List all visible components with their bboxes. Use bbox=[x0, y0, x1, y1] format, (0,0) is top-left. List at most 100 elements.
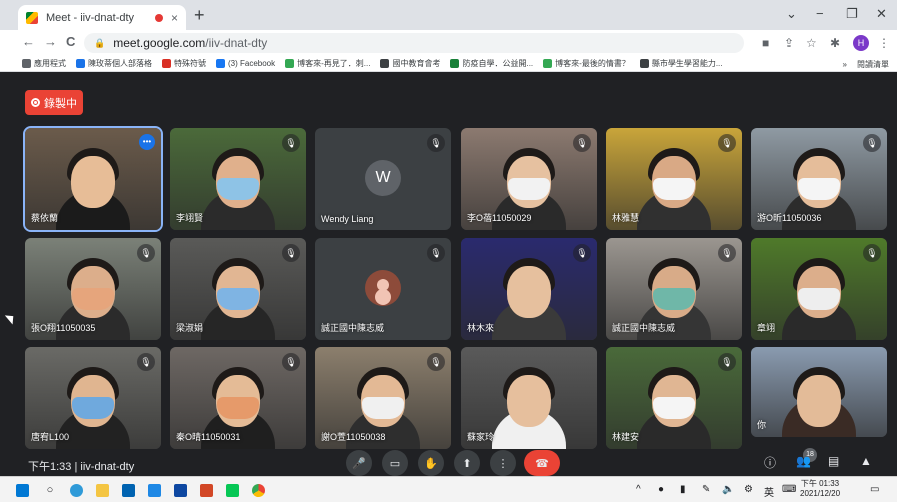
file-explorer-icon[interactable] bbox=[94, 482, 110, 498]
menu-dots-icon[interactable]: ⋮ bbox=[878, 36, 890, 50]
camera-icon[interactable]: ■ bbox=[762, 36, 769, 50]
tray-pen-icon[interactable]: ✎ bbox=[702, 484, 710, 495]
participant-tile[interactable]: 🎙 張O翔11050035 bbox=[25, 238, 161, 340]
participant-tile[interactable]: 🎙 謝O萱11050038 bbox=[315, 347, 451, 449]
minimize-button[interactable]: − bbox=[816, 6, 824, 21]
bookmark-item[interactable]: 博客來-再見了．刺... bbox=[285, 58, 370, 69]
activities-icon[interactable]: ▲ bbox=[860, 454, 872, 468]
bookmarks-overflow[interactable]: » 閱讀清單 bbox=[836, 59, 889, 70]
browser-tab-meet[interactable]: Meet - iiv-dnat-dty × bbox=[18, 5, 186, 30]
bookmark-item[interactable]: 防疫自學．公益開... bbox=[450, 58, 533, 69]
mic-off-icon: 🎙 bbox=[427, 353, 445, 371]
leave-call-button[interactable]: ☎ bbox=[524, 450, 560, 476]
participant-tile[interactable]: 蘇家玲 bbox=[461, 347, 597, 449]
person-icon bbox=[377, 279, 389, 291]
bookmark-label: 國中教育會考 bbox=[392, 59, 441, 68]
close-window-button[interactable]: ✕ bbox=[876, 6, 887, 22]
bookmark-icon bbox=[543, 59, 553, 68]
edge-icon[interactable] bbox=[68, 482, 84, 498]
reading-list-button[interactable]: 閱讀清單 bbox=[857, 60, 889, 69]
bookmarks-more-button[interactable]: » bbox=[843, 60, 847, 69]
more-options-button[interactable]: ⋮ bbox=[490, 450, 516, 476]
face-mask bbox=[217, 397, 259, 419]
bookmark-item[interactable]: 國中教育會考 bbox=[380, 58, 440, 69]
participant-tile[interactable]: 🎙 梁淑娟 bbox=[170, 238, 306, 340]
ime-indicator[interactable]: 英 bbox=[764, 484, 774, 499]
participant-tile[interactable]: 🎙 李翊賢 bbox=[170, 128, 306, 230]
bookmark-item[interactable]: 縣市學生學習能力... bbox=[639, 58, 723, 69]
bookmark-label: 防疫自學．公益開... bbox=[462, 59, 534, 68]
participant-name: 李翊賢 bbox=[176, 213, 204, 223]
participant-tile[interactable]: 🎙 秦O晴11050031 bbox=[170, 347, 306, 449]
bookmark-item[interactable]: 特殊符號 bbox=[162, 58, 206, 69]
participant-tile[interactable]: 🎙 誠正國中陳志威 bbox=[606, 238, 742, 340]
tile-options-icon[interactable]: ••• bbox=[139, 134, 155, 150]
line-icon[interactable] bbox=[224, 482, 240, 498]
start-button[interactable] bbox=[14, 482, 30, 498]
recording-badge[interactable]: 錄製中 bbox=[25, 90, 83, 115]
mic-button[interactable]: 🎤 bbox=[346, 450, 372, 476]
tray-app-icon[interactable]: ● bbox=[658, 484, 664, 495]
chrome-icon[interactable] bbox=[250, 482, 266, 498]
extensions-icon[interactable]: ✱ bbox=[830, 36, 840, 50]
share-icon[interactable]: ⇪ bbox=[784, 36, 794, 50]
back-button[interactable]: ← bbox=[22, 34, 35, 49]
network-icon[interactable]: ⚙ bbox=[744, 484, 753, 495]
participant-tile[interactable]: 你 bbox=[751, 347, 887, 437]
participant-tile[interactable]: 🎙 林建安 bbox=[606, 347, 742, 449]
participant-name: 林雅慧 bbox=[612, 213, 640, 223]
video-app-icon[interactable] bbox=[172, 482, 188, 498]
tab-strip: Meet - iiv-dnat-dty × + ⌄ − ❐ ✕ bbox=[0, 0, 897, 30]
meeting-info: 下午1:33 | iiv-dnat-dty bbox=[28, 461, 135, 473]
tray-chevron-icon[interactable]: ^ bbox=[636, 484, 641, 495]
clock-time: 下午 01:33 bbox=[800, 479, 840, 488]
bookmark-item[interactable]: 應用程式 bbox=[22, 58, 66, 69]
bookmark-label: 縣市學生學習能力... bbox=[651, 59, 723, 68]
tab-search-button[interactable]: ⌄ bbox=[786, 6, 797, 22]
present-button[interactable]: ⬆ bbox=[454, 450, 480, 476]
bookmark-item[interactable]: 陳玫蒂個人部落格 bbox=[76, 58, 152, 69]
participant-name: Wendy Liang bbox=[321, 214, 374, 224]
participant-tile[interactable]: 🎙 游O昕11050036 bbox=[751, 128, 887, 230]
bookmark-item[interactable]: (3) Facebook bbox=[216, 59, 275, 68]
notification-icon[interactable]: ▭ bbox=[870, 484, 879, 495]
bookmark-item[interactable]: 博客來-最後的情書？ bbox=[543, 58, 630, 69]
participant-avatar: W bbox=[365, 160, 401, 196]
tray-mic-icon[interactable]: ▮ bbox=[680, 484, 686, 495]
participant-tile[interactable]: 🎙 林雅慧 bbox=[606, 128, 742, 230]
reload-button[interactable]: C bbox=[66, 34, 75, 49]
meet-favicon-icon bbox=[26, 11, 38, 24]
tab-close-button[interactable]: × bbox=[171, 11, 178, 25]
volume-icon[interactable]: 🔈 bbox=[722, 484, 734, 495]
people-icon[interactable]: 👥 bbox=[796, 454, 811, 468]
profile-avatar[interactable]: H bbox=[853, 35, 869, 51]
participant-tile[interactable]: 🎙 誠正國中陳志威 bbox=[315, 238, 451, 340]
participant-tile[interactable]: 🎙 林木來 bbox=[461, 238, 597, 340]
participant-tile[interactable]: ••• 蔡依蘭 bbox=[23, 126, 163, 232]
participant-tile[interactable]: W 🎙 Wendy Liang bbox=[315, 128, 451, 230]
store-icon[interactable] bbox=[120, 482, 136, 498]
new-tab-button[interactable]: + bbox=[194, 6, 205, 24]
face-mask bbox=[217, 288, 259, 310]
face-mask bbox=[653, 397, 695, 419]
keyboard-icon[interactable]: ⌨ bbox=[782, 484, 796, 495]
powerpoint-icon[interactable] bbox=[198, 482, 214, 498]
forward-button[interactable]: → bbox=[44, 34, 57, 49]
raise-hand-button[interactable]: ✋ bbox=[418, 450, 444, 476]
search-icon[interactable]: ○ bbox=[42, 482, 58, 498]
participant-tile[interactable]: 🎙 章翊 bbox=[751, 238, 887, 340]
info-icon[interactable]: ⓘ bbox=[764, 454, 776, 471]
taskbar-clock[interactable]: 下午 01:33 2021/12/20 bbox=[800, 479, 840, 499]
participant-name: 秦O晴11050031 bbox=[176, 432, 241, 442]
participant-tile[interactable]: 🎙 唐宥L100 bbox=[25, 347, 161, 449]
calculator-icon[interactable] bbox=[146, 482, 162, 498]
camera-button[interactable]: ▭ bbox=[382, 450, 408, 476]
address-bar[interactable]: 🔒 meet.google.com/iiv-dnat-dty bbox=[84, 33, 744, 53]
restore-button[interactable]: ❐ bbox=[846, 6, 858, 22]
participant-tile[interactable]: 🎙 李O蓓11050029 bbox=[461, 128, 597, 230]
star-icon[interactable]: ☆ bbox=[806, 36, 817, 50]
face-mask bbox=[72, 288, 114, 310]
mic-off-icon: 🎙 bbox=[427, 134, 445, 152]
chat-icon[interactable]: ▤ bbox=[828, 454, 839, 468]
lock-icon: 🔒 bbox=[94, 37, 106, 48]
